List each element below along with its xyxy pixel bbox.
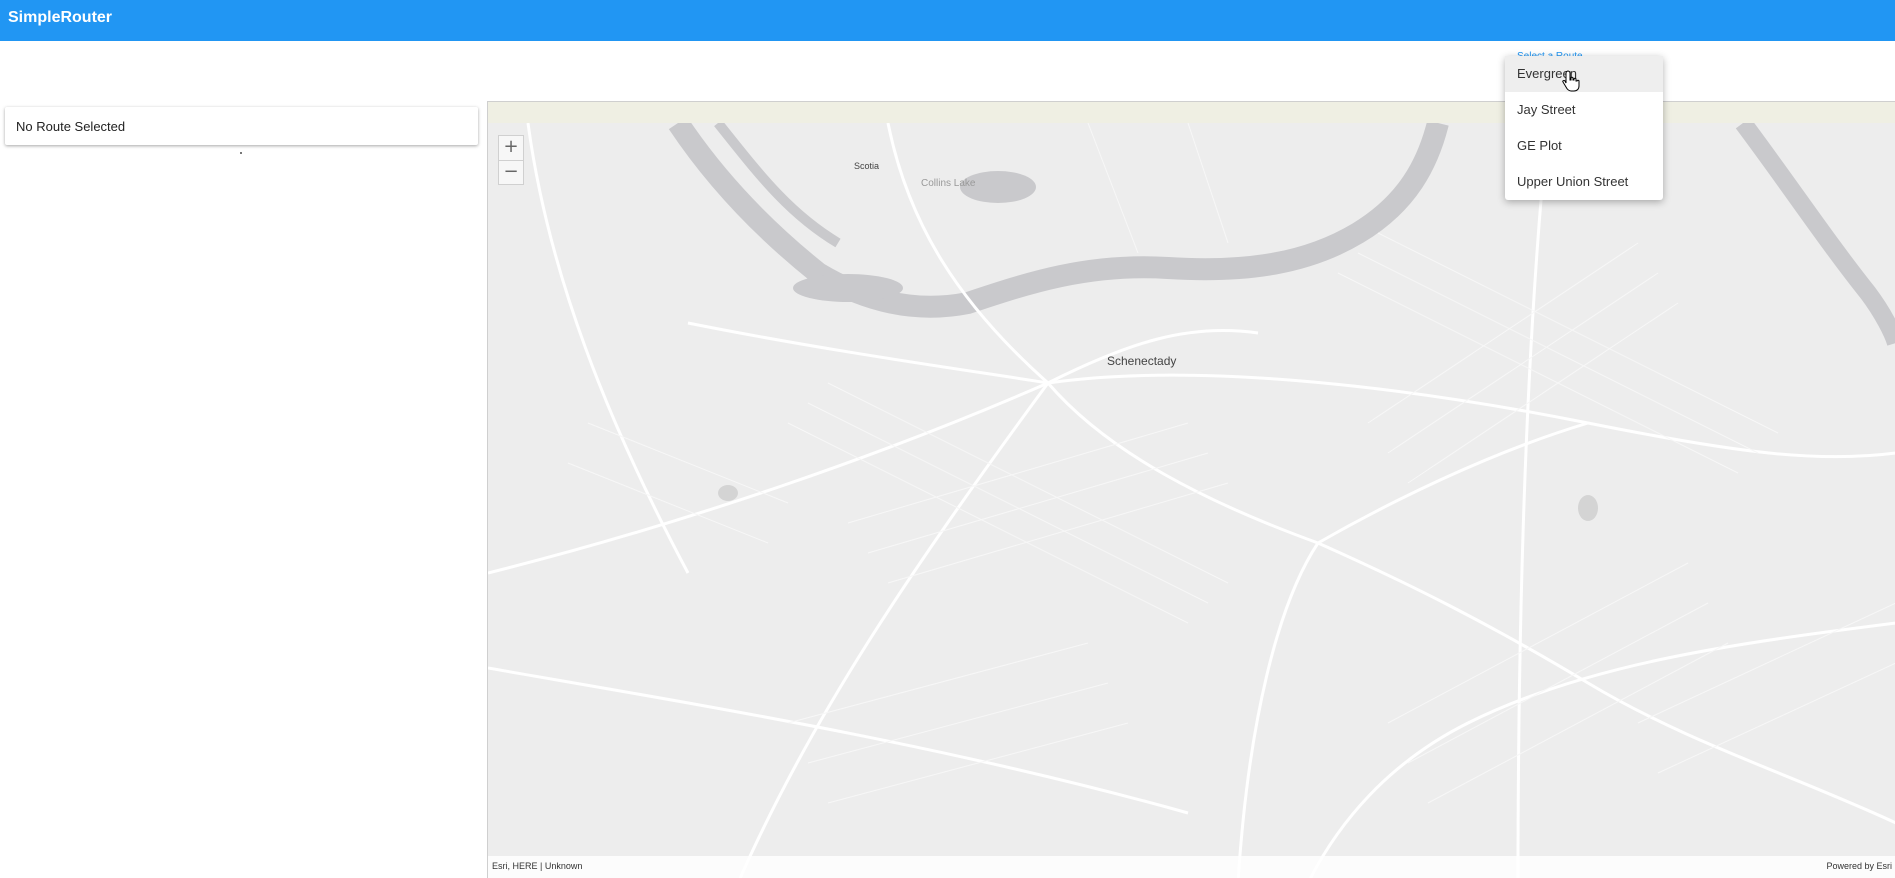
app-header: SimpleRouter (0, 0, 1895, 41)
route-dropdown-menu: Evergreen Jay Street GE Plot Upper Union… (1505, 56, 1663, 200)
app-title: SimpleRouter (8, 9, 113, 26)
river-island-water (793, 274, 903, 302)
east-river (1735, 123, 1895, 346)
divider-dot (240, 152, 242, 154)
zoom-control: + − (498, 135, 524, 185)
hand-pointer-icon (1562, 70, 1580, 92)
route-status-text: No Route Selected (16, 119, 126, 134)
route-status-card: No Route Selected (5, 107, 478, 145)
schenectady-label: Schenectady (1107, 354, 1177, 368)
route-option-upper-union-street[interactable]: Upper Union Street (1505, 164, 1663, 200)
route-option-evergreen[interactable]: Evergreen (1505, 56, 1663, 92)
major-roads (488, 123, 1895, 878)
zoom-out-button[interactable]: − (499, 160, 523, 185)
map-top-strip (488, 102, 1895, 123)
map-attribution[interactable]: Esri, HERE | Unknown (492, 861, 582, 871)
route-option-ge-plot[interactable]: GE Plot (1505, 128, 1663, 164)
map-view[interactable]: Scotia Collins Lake Schenectady + − Esri… (487, 101, 1895, 878)
basemap[interactable] (488, 123, 1895, 878)
map-attribution-bar: Esri, HERE | Unknown Powered by Esri (488, 856, 1895, 878)
collins-lake-label: Collins Lake (921, 178, 976, 189)
scotia-label: Scotia (854, 161, 880, 171)
pond (1578, 495, 1598, 521)
powered-by-esri[interactable]: Powered by Esri (1826, 861, 1892, 871)
route-option-jay-street[interactable]: Jay Street (1505, 92, 1663, 128)
pond-west (718, 485, 738, 501)
zoom-in-button[interactable]: + (499, 136, 523, 160)
